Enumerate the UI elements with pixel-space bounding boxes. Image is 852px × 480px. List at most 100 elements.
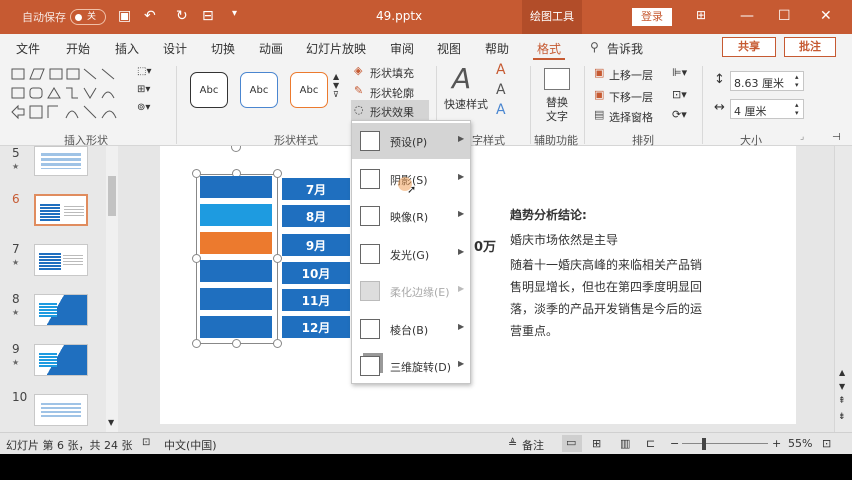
zoom-slider[interactable]: [682, 443, 768, 444]
undo-icon[interactable]: ↶: [144, 8, 156, 24]
width-spinner-icon[interactable]: ▴ ▾: [795, 101, 799, 117]
tab-home[interactable]: 开始: [66, 40, 90, 57]
scroll-up-icon[interactable]: ▲: [839, 368, 845, 377]
menu-item-bevel[interactable]: 棱台(B) ▶: [352, 311, 470, 347]
zoom-out-icon[interactable]: −: [670, 437, 679, 450]
language[interactable]: 中文(中国): [164, 437, 217, 453]
resize-handle[interactable]: [192, 339, 201, 348]
quick-styles-label[interactable]: 快速样式: [444, 96, 488, 112]
zoom-slider-thumb[interactable]: [702, 438, 706, 450]
thumb-scroll-thumb[interactable]: [108, 176, 116, 216]
maximize-icon[interactable]: ☐: [778, 8, 791, 24]
height-input[interactable]: 8.63 厘米 ▴ ▾: [730, 71, 804, 91]
thumb-number-8: 8: [12, 292, 20, 306]
quick-styles-icon[interactable]: A: [452, 62, 471, 95]
slide-thumbnail-7[interactable]: [34, 244, 88, 276]
rotate-icon[interactable]: ⟳▾: [672, 108, 687, 121]
slide-thumbnail-9[interactable]: [34, 344, 88, 376]
text-outline-icon[interactable]: A: [496, 82, 506, 98]
next-slide-icon[interactable]: ⇟: [838, 412, 846, 422]
menu-item-soft-edges: 柔化边缘(E) ▶: [352, 273, 470, 309]
tab-animations[interactable]: 动画: [259, 40, 283, 57]
selection-pane-button[interactable]: 选择窗格: [609, 109, 653, 125]
minimize-icon[interactable]: —: [740, 8, 754, 24]
align-icon[interactable]: ⊫▾: [672, 66, 687, 79]
text-fill-icon[interactable]: A: [496, 62, 506, 78]
width-input[interactable]: 4 厘米 ▴ ▾: [730, 99, 804, 119]
height-spinner-icon[interactable]: ▴ ▾: [795, 73, 799, 89]
slide-thumbnail-6[interactable]: [34, 194, 88, 226]
tab-file[interactable]: 文件: [16, 40, 40, 57]
slideshow-icon[interactable]: ⊏: [646, 437, 655, 450]
zoom-level[interactable]: 55%: [788, 437, 812, 450]
spellcheck-icon[interactable]: ⊡: [142, 437, 150, 448]
ribbon-display-icon[interactable]: ⊞: [696, 8, 706, 22]
text-box-icon[interactable]: ⊞▾: [137, 84, 150, 95]
shapes-gallery[interactable]: [10, 66, 132, 122]
send-backward-button[interactable]: 下移一层: [609, 89, 653, 105]
style-preset-blue[interactable]: Abc: [240, 72, 278, 108]
tab-format[interactable]: 格式: [537, 40, 561, 57]
comments-button[interactable]: 批注: [784, 37, 836, 57]
tell-me-input[interactable]: 告诉我: [607, 40, 643, 57]
shadow-icon: [360, 169, 380, 189]
tab-help[interactable]: 帮助: [485, 40, 509, 57]
resize-handle[interactable]: [273, 169, 282, 178]
resize-handle[interactable]: [273, 339, 282, 348]
submenu-arrow-icon: ▶: [458, 209, 465, 218]
tab-transitions[interactable]: 切换: [211, 40, 235, 57]
tab-view[interactable]: 视图: [437, 40, 461, 57]
tab-review[interactable]: 审阅: [390, 40, 414, 57]
menu-item-preset[interactable]: 预设(P) ▶: [352, 123, 470, 159]
share-button[interactable]: 共享: [722, 37, 776, 57]
bring-forward-button[interactable]: 上移一层: [609, 67, 653, 83]
rotate-handle[interactable]: [231, 146, 241, 152]
slide-sorter-icon[interactable]: ⊞: [592, 437, 601, 450]
slide-thumbnail-5[interactable]: [34, 146, 88, 176]
submenu-arrow-icon: ▶: [458, 284, 465, 293]
scroll-down-icon[interactable]: ▼: [108, 418, 114, 427]
fit-slide-icon[interactable]: ⊡: [822, 437, 831, 450]
gallery-scroll-icon[interactable]: ▲ ▼ ⊽: [333, 72, 339, 99]
conclusion-line-2: 随着十一婚庆高峰的来临相关产品销: [510, 258, 703, 272]
autosave-toggle[interactable]: 关: [70, 9, 106, 25]
notes-button[interactable]: 备注: [522, 437, 544, 453]
save-icon[interactable]: ▣: [118, 8, 131, 24]
style-preset-dark[interactable]: Abc: [190, 72, 228, 108]
shape-fill-button[interactable]: 形状填充: [370, 65, 414, 81]
tab-insert[interactable]: 插入: [115, 40, 139, 57]
shape-outline-button[interactable]: 形状轮廓: [370, 85, 414, 101]
edit-shape-icon[interactable]: ⬚▾: [137, 66, 151, 77]
style-preset-orange[interactable]: Abc: [290, 72, 328, 108]
scroll-down-icon[interactable]: ▼: [839, 382, 845, 391]
slide-thumbnail-10[interactable]: [34, 394, 88, 426]
zoom-in-icon[interactable]: +: [772, 437, 781, 450]
slide-6[interactable]: 7月 8月 9月 10月 11月 12月 0万 趋势分析结论: 婚庆市场依然是主…: [160, 146, 796, 424]
menu-item-glow[interactable]: 发光(G) ▶: [352, 236, 470, 272]
reading-view-icon[interactable]: ▥: [620, 437, 630, 450]
alt-text-icon[interactable]: [544, 68, 570, 90]
resize-handle[interactable]: [273, 254, 282, 263]
slide-scrollbar[interactable]: ▲ ▼ ⇞ ⇟: [834, 146, 852, 432]
customize-qat-icon[interactable]: ▾: [232, 8, 237, 19]
thumb-number-6: 6: [12, 192, 20, 206]
slide-thumbnail-8[interactable]: [34, 294, 88, 326]
menu-item-3d-rotation[interactable]: 三维旋转(D) ▶: [352, 348, 470, 384]
menu-item-reflection[interactable]: 映像(R) ▶: [352, 198, 470, 234]
resize-handle[interactable]: [232, 339, 241, 348]
animation-star-icon: ★: [12, 358, 20, 367]
login-button[interactable]: 登录: [632, 8, 672, 26]
tab-design[interactable]: 设计: [163, 40, 187, 57]
redo-icon[interactable]: ↻: [176, 8, 188, 24]
size-dialog-launcher-icon[interactable]: ⌟: [800, 132, 804, 142]
tab-slideshow[interactable]: 幻灯片放映: [306, 40, 366, 57]
thumb-scrollbar[interactable]: ▼: [106, 146, 118, 432]
text-effects-icon[interactable]: A: [496, 102, 506, 118]
merge-shapes-icon[interactable]: ⊚▾: [137, 102, 150, 113]
previous-slide-icon[interactable]: ⇞: [838, 396, 846, 406]
present-icon[interactable]: ⊟: [202, 8, 214, 24]
pin-ribbon-icon[interactable]: ⊣: [832, 132, 841, 143]
animation-star-icon: ★: [12, 162, 20, 171]
close-icon[interactable]: ✕: [820, 8, 832, 24]
group-objects-icon[interactable]: ⊡▾: [672, 88, 687, 101]
